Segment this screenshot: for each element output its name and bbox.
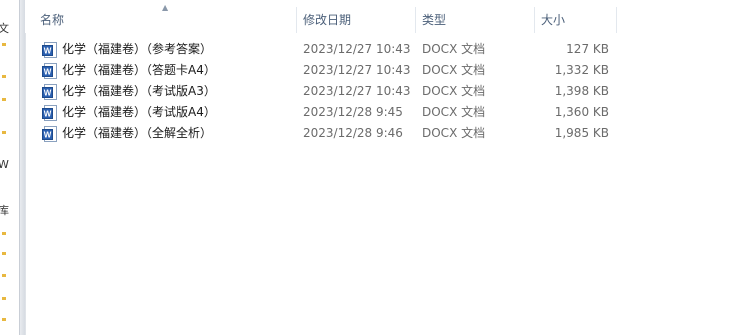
file-name: 化学（福建卷）（考试版A3） [62, 84, 216, 98]
word-doc-icon: W [42, 41, 57, 58]
file-modified: 2023/12/27 10:43 [303, 84, 411, 98]
file-modified: 2023/12/27 10:43 [303, 42, 411, 56]
file-modified: 2023/12/27 10:43 [303, 63, 411, 77]
column-header-type-label: 类型 [422, 13, 447, 27]
file-name: 化学（福建卷）（全解全析） [62, 126, 213, 140]
file-row[interactable]: W 化学（福建卷）（考试版A4） 2023/12/28 9:45 DOCX 文档… [25, 102, 748, 123]
file-name-cell[interactable]: W 化学（福建卷）（参考答案） [42, 39, 212, 60]
file-modified: 2023/12/28 9:46 [303, 126, 403, 140]
svg-text:W: W [44, 109, 52, 118]
file-name-cell[interactable]: W 化学（福建卷）（答题卡A4） [42, 60, 216, 81]
column-header-modified[interactable]: 修改日期 [288, 7, 416, 33]
file-size: 1,360 KB [554, 105, 609, 119]
file-type: DOCX 文档 [422, 84, 486, 98]
column-header-name[interactable]: ▲ 名称 [25, 3, 297, 33]
nav-folder-icon [2, 131, 6, 134]
file-name-cell[interactable]: W 化学（福建卷）（全解全析） [42, 123, 212, 144]
nav-item-glyph[interactable]: W [0, 158, 12, 172]
word-doc-icon: W [42, 83, 57, 100]
column-header-type[interactable]: 类型 [407, 7, 535, 33]
file-type: DOCX 文档 [422, 105, 486, 119]
file-name: 化学（福建卷）（参考答案） [62, 42, 213, 56]
column-header-bar: ▲ 名称 修改日期 类型 大小 [25, 0, 748, 33]
nav-folder-icon [2, 75, 6, 78]
file-row[interactable]: W 化学（福建卷）（参考答案） 2023/12/27 10:43 DOCX 文档… [25, 39, 748, 60]
navigation-pane[interactable]: 文 W 库 [0, 0, 19, 335]
svg-text:W: W [44, 130, 52, 139]
nav-folder-icon [2, 252, 6, 255]
file-row[interactable]: W 化学（福建卷）（全解全析） 2023/12/28 9:46 DOCX 文档 … [25, 123, 748, 144]
nav-folder-icon [2, 98, 6, 101]
explorer-window: 文 W 库 ▲ 名称 修改日期 类型 大小 W 化学（福建卷）（参考答案） 20… [0, 0, 748, 335]
column-header-modified-label: 修改日期 [303, 13, 352, 27]
file-type: DOCX 文档 [422, 126, 486, 140]
word-doc-icon: W [42, 62, 57, 79]
column-header-name-label: 名称 [40, 13, 65, 27]
file-name-cell[interactable]: W 化学（福建卷）（考试版A3） [42, 81, 216, 102]
sort-ascending-icon: ▲ [162, 3, 169, 12]
file-name: 化学（福建卷）（答题卡A4） [62, 63, 216, 77]
word-doc-icon: W [42, 104, 57, 121]
svg-text:W: W [44, 46, 52, 55]
nav-item-glyph[interactable]: 文 [0, 22, 12, 36]
file-name-cell[interactable]: W 化学（福建卷）（考试版A4） [42, 102, 216, 123]
nav-folder-icon [2, 318, 6, 321]
file-list[interactable]: ▲ 名称 修改日期 类型 大小 W 化学（福建卷）（参考答案） 2023/12/… [25, 0, 748, 335]
file-modified: 2023/12/28 9:45 [303, 105, 403, 119]
file-size: 1,985 KB [554, 126, 609, 140]
file-name: 化学（福建卷）（考试版A4） [62, 105, 216, 119]
file-size: 127 KB [566, 42, 609, 56]
column-header-size-label: 大小 [541, 13, 566, 27]
nav-item-glyph[interactable]: 库 [0, 204, 12, 218]
nav-folder-icon [2, 274, 6, 277]
file-size: 1,398 KB [554, 84, 609, 98]
file-type: DOCX 文档 [422, 63, 486, 77]
file-row[interactable]: W 化学（福建卷）（答题卡A4） 2023/12/27 10:43 DOCX 文… [25, 60, 748, 81]
nav-folder-icon [2, 297, 6, 300]
column-header-size[interactable]: 大小 [526, 7, 617, 33]
svg-text:W: W [44, 88, 52, 97]
nav-folder-icon [2, 43, 6, 46]
file-type: DOCX 文档 [422, 42, 486, 56]
nav-folder-icon [2, 232, 6, 235]
file-row[interactable]: W 化学（福建卷）（考试版A3） 2023/12/27 10:43 DOCX 文… [25, 81, 748, 102]
file-size: 1,332 KB [554, 63, 609, 77]
file-rows: W 化学（福建卷）（参考答案） 2023/12/27 10:43 DOCX 文档… [25, 39, 748, 144]
svg-text:W: W [44, 67, 52, 76]
word-doc-icon: W [42, 125, 57, 142]
